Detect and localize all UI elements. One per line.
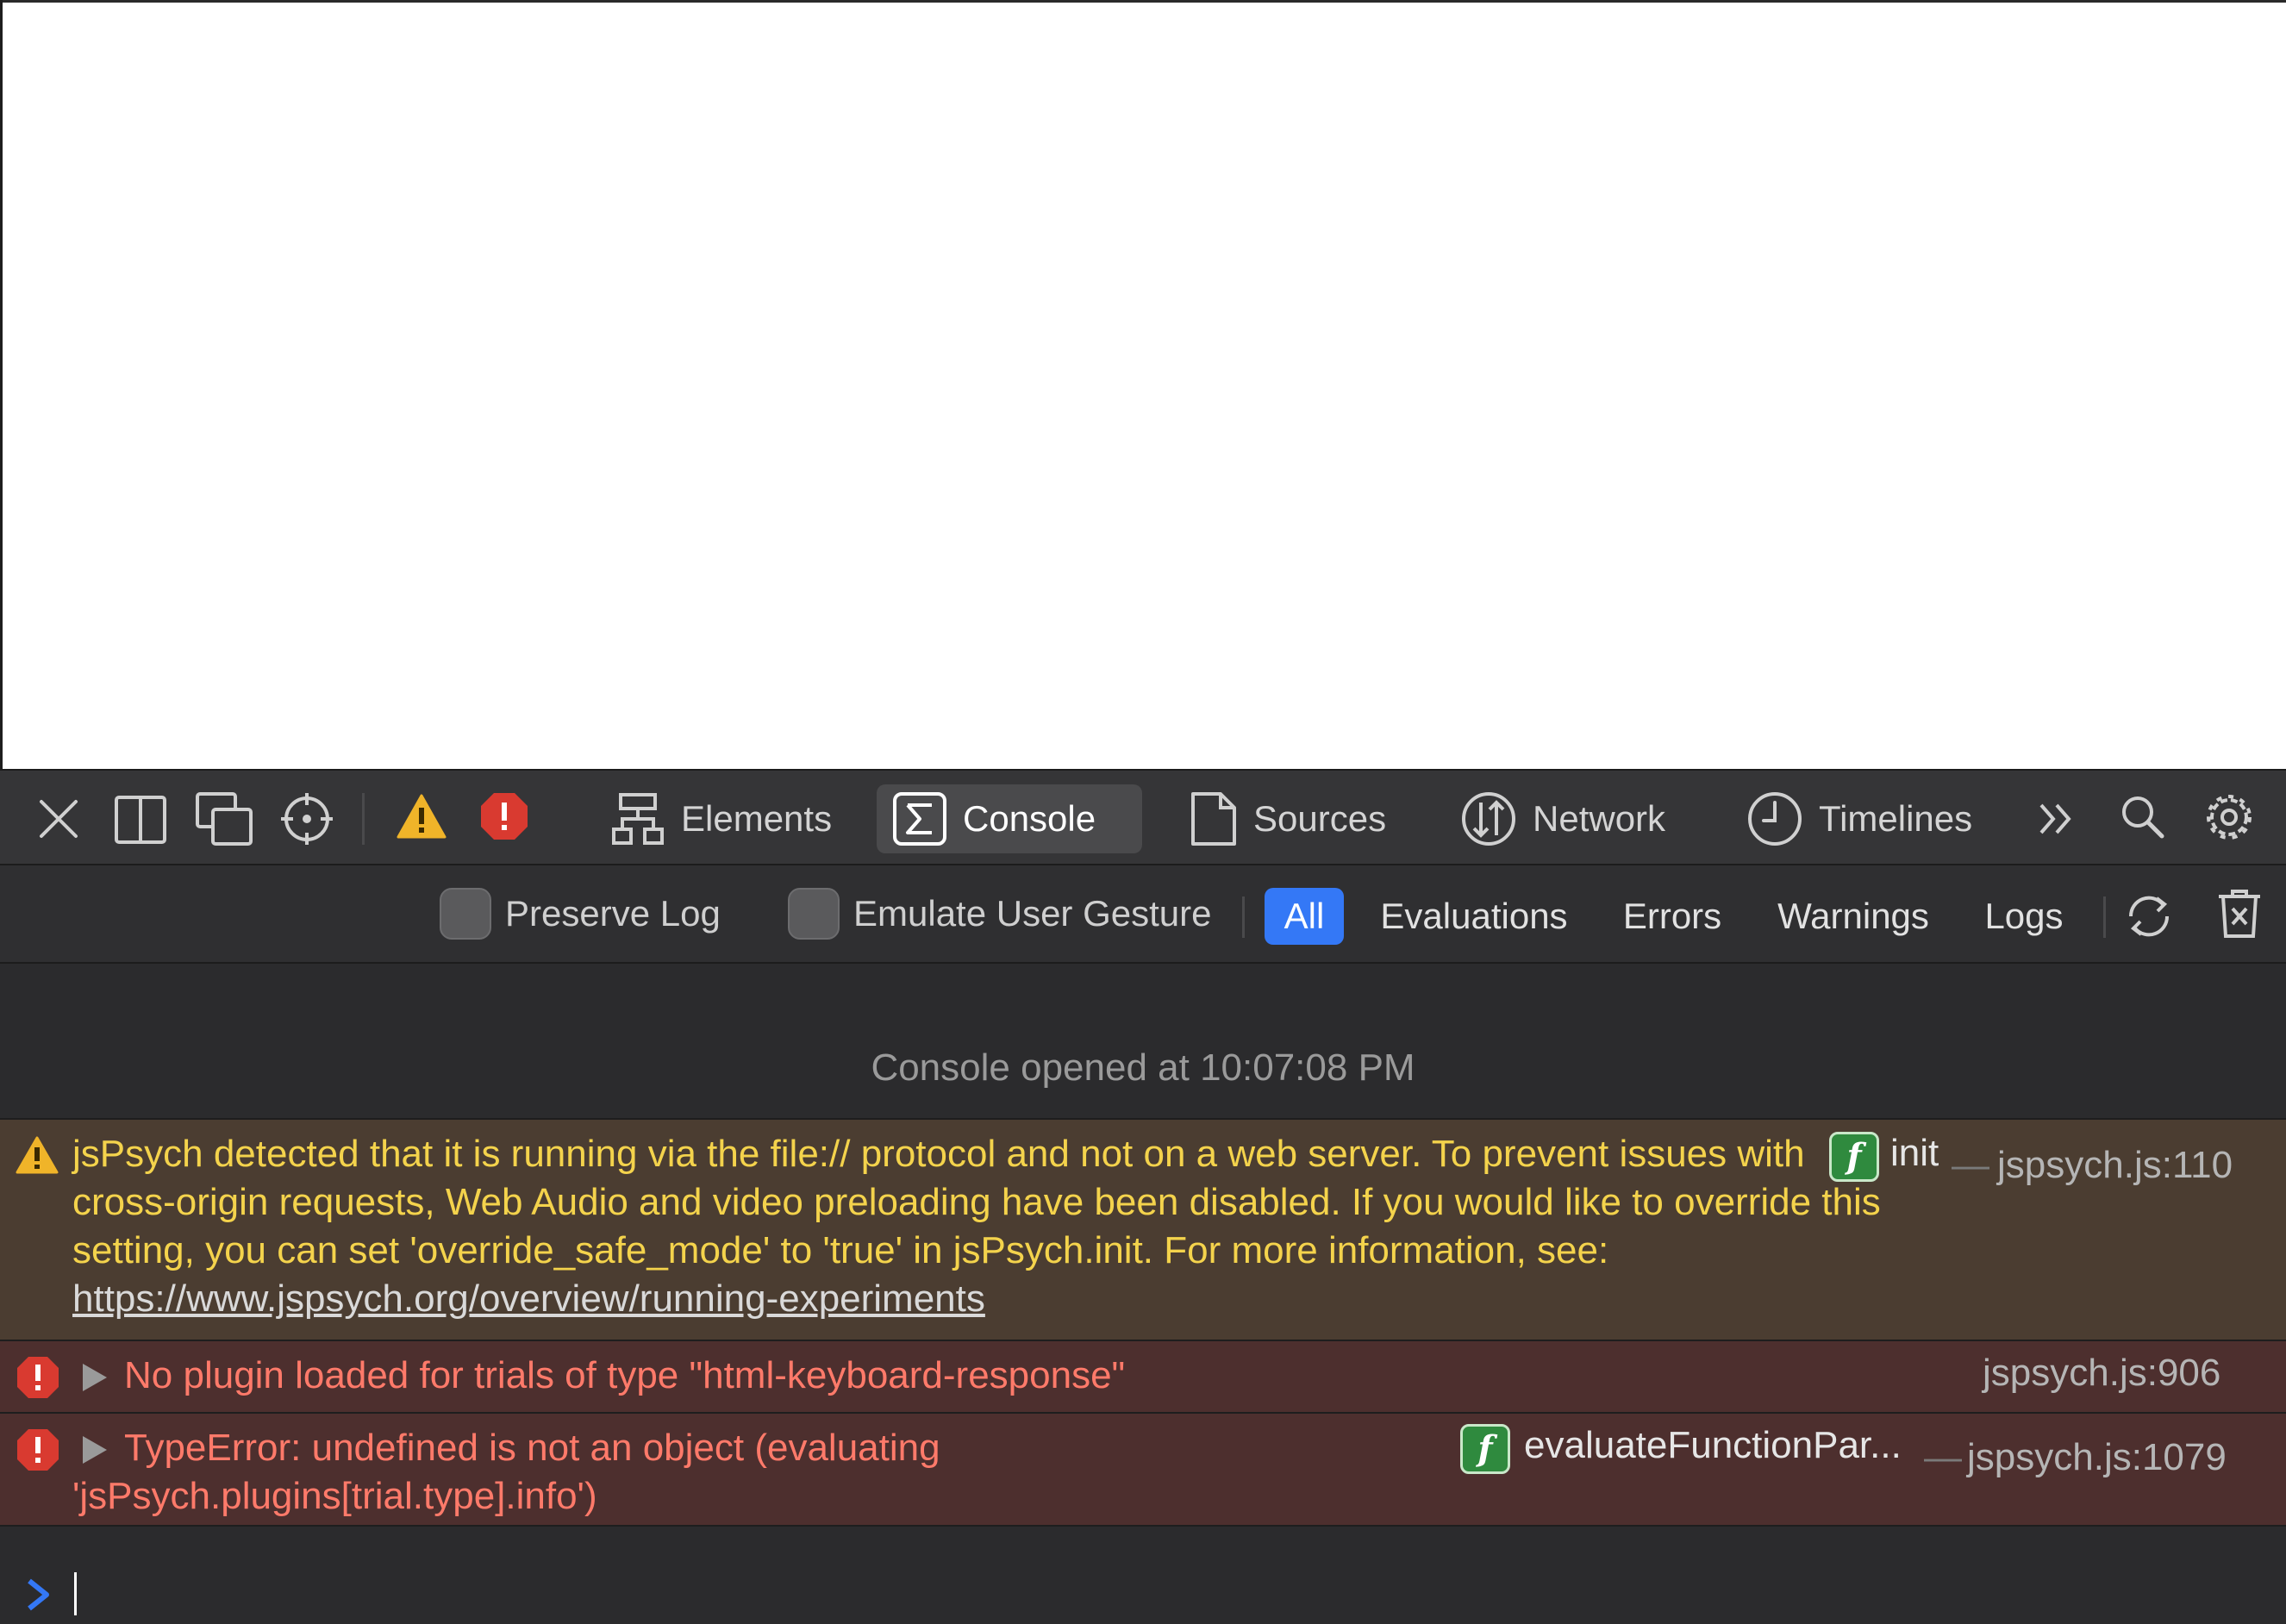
warning-docs-link[interactable]: https://www.jspsych.org/overview/running… — [72, 1277, 985, 1320]
tab-timelines[interactable]: Timelines — [1731, 784, 1988, 853]
console-opened-timestamp: Console opened at 10:07:08 PM — [871, 1046, 1415, 1089]
error-message-text-continued: 'jsPsych.plugins[trial.type].info') — [72, 1475, 597, 1517]
error-message-text: No plugin loaded for trials of type "htm… — [124, 1354, 1126, 1396]
clock-icon — [1748, 792, 1802, 846]
console-message-warning[interactable]: jsPsych detected that it is running via … — [0, 1118, 2286, 1340]
dock-side-icon[interactable] — [114, 795, 167, 845]
close-icon[interactable] — [34, 795, 83, 843]
search-icon[interactable] — [2119, 793, 2165, 840]
reload-icon[interactable] — [2120, 888, 2177, 945]
error-icon — [17, 1429, 59, 1471]
clear-console-icon[interactable] — [2215, 888, 2264, 940]
call-frame-function-name[interactable]: init — [1890, 1132, 1939, 1175]
error-icon[interactable] — [479, 791, 529, 841]
function-icon: f — [1460, 1424, 1510, 1474]
gear-icon[interactable] — [2203, 791, 2255, 843]
elements-icon — [612, 793, 664, 845]
emulate-user-gesture-label: Emulate User Gesture — [853, 893, 1212, 934]
console-prompt-input[interactable] — [0, 1527, 2286, 1624]
disclosure-triangle-icon[interactable] — [79, 1434, 109, 1465]
more-tabs-chevron-icon[interactable] — [2036, 800, 2076, 838]
console-message-error[interactable]: TypeError: undefined is not an object (e… — [0, 1412, 2286, 1527]
tab-elements-label: Elements — [681, 798, 833, 839]
source-location-link[interactable]: jspsych.js:906 — [1983, 1352, 2220, 1395]
emulate-user-gesture-checkbox[interactable]: Emulate User Gesture — [788, 888, 1212, 940]
console-icon — [893, 792, 946, 846]
filter-evaluations-button[interactable]: Evaluations — [1369, 888, 1579, 945]
tab-elements[interactable]: Elements — [595, 784, 847, 853]
filter-warnings-button[interactable]: Warnings — [1765, 888, 1941, 945]
warning-message-text: jsPsych detected that it is running via … — [72, 1130, 1917, 1323]
function-icon: f — [1829, 1132, 1879, 1182]
web-page-viewport — [0, 0, 2286, 769]
prompt-chevron-icon — [28, 1578, 49, 1611]
source-location-link[interactable]: jspsych.js:1079 — [1967, 1436, 2227, 1479]
preserve-log-checkbox[interactable]: Preserve Log — [440, 888, 721, 940]
tab-console-label: Console — [963, 798, 1096, 839]
error-icon — [17, 1357, 59, 1398]
window-left-border — [0, 0, 3, 769]
emulate-user-gesture-box[interactable] — [788, 888, 840, 940]
call-frame-function-name[interactable]: evaluateFunctionPar... — [1524, 1424, 1902, 1467]
tab-sources-label: Sources — [1253, 798, 1387, 839]
source-location-link[interactable]: jspsych.js:110 — [1997, 1144, 2233, 1187]
window-top-border — [0, 0, 2286, 3]
tabbar-divider — [362, 793, 365, 845]
tab-timelines-label: Timelines — [1819, 798, 1973, 839]
tab-sources[interactable]: Sources — [1174, 784, 1402, 853]
filter-divider — [1242, 896, 1245, 938]
error-message-text: TypeError: undefined is not an object (e… — [124, 1427, 940, 1469]
filter-divider-2 — [2103, 896, 2106, 938]
tab-network-label: Network — [1533, 798, 1666, 839]
warning-text-body: jsPsych detected that it is running via … — [72, 1133, 1881, 1271]
console-message-error[interactable]: No plugin loaded for trials of type "htm… — [0, 1340, 2286, 1412]
call-frame-separator: — — [1924, 1436, 1962, 1478]
network-icon — [1462, 792, 1515, 846]
preserve-log-label: Preserve Log — [505, 893, 721, 934]
document-icon — [1191, 792, 1236, 846]
preserve-log-box[interactable] — [440, 888, 491, 940]
detach-window-icon[interactable] — [195, 791, 253, 846]
tab-console[interactable]: Console — [877, 784, 1142, 853]
filter-logs-button[interactable]: Logs — [1971, 888, 2077, 945]
tab-network[interactable]: Network — [1445, 784, 1681, 853]
element-picker-icon[interactable] — [279, 791, 334, 846]
text-caret — [74, 1572, 77, 1615]
disclosure-triangle-icon[interactable] — [79, 1362, 109, 1393]
filter-errors-button[interactable]: Errors — [1610, 888, 1734, 945]
web-inspector: Elements Console Sources Network Timelin… — [0, 769, 2286, 1624]
filter-all-button[interactable]: All — [1265, 888, 1344, 945]
warning-icon — [16, 1136, 59, 1174]
call-frame-separator: — — [1952, 1144, 1989, 1186]
inspector-tab-bar: Elements Console Sources Network Timelin… — [0, 769, 2286, 865]
warning-icon[interactable] — [397, 793, 447, 840]
